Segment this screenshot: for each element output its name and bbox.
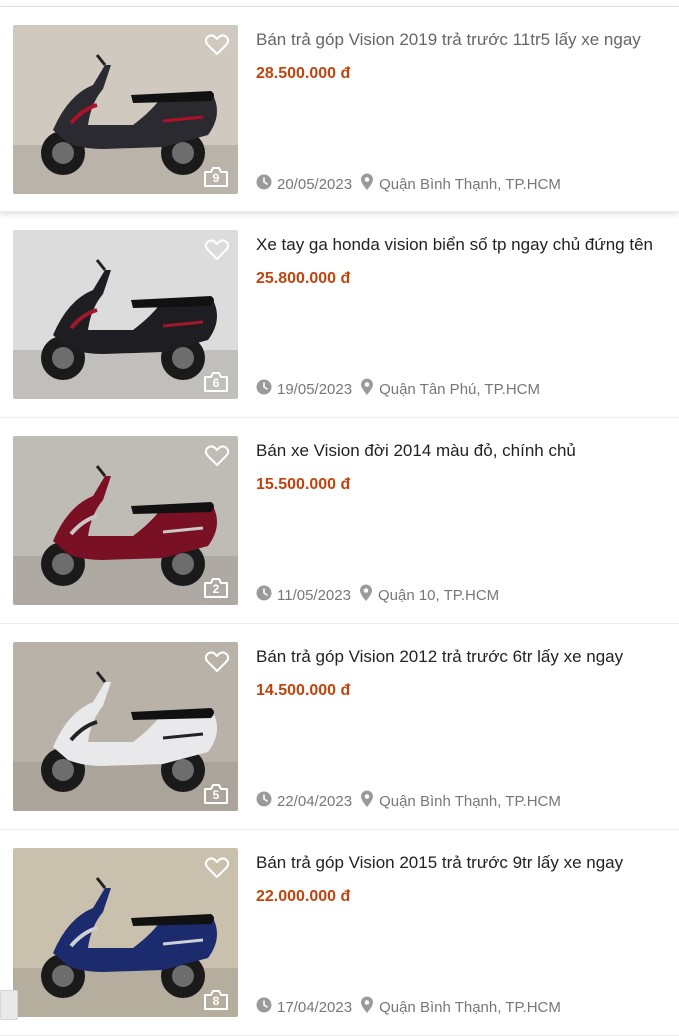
listing-meta: 11/05/2023 Quận 10, TP.HCM [256, 584, 500, 606]
listing-thumbnail[interactable]: 9 [13, 25, 238, 194]
listing-price: 14.500.000 đ [256, 682, 351, 699]
listing-price: 28.500.000 đ [256, 65, 351, 82]
listing-meta: 17/04/2023 Quận Bình Thạnh, TP.HCM [256, 996, 561, 1018]
photo-count-value: 8 [212, 994, 220, 1008]
location-pin-icon [360, 173, 374, 195]
listing-card[interactable]: 6 Xe tay ga honda vision biển số tp ngay… [0, 212, 679, 418]
listing-price: 25.800.000 đ [256, 270, 351, 287]
listing-date: 11/05/2023 [277, 586, 351, 604]
photo-count-value: 2 [212, 582, 220, 596]
listing-thumbnail[interactable]: 2 [13, 436, 238, 605]
heart-icon[interactable] [204, 856, 230, 880]
listing-title[interactable]: Xe tay ga honda vision biển số tp ngay c… [256, 234, 676, 256]
listing-date: 22/04/2023 [277, 792, 353, 810]
clock-icon [256, 174, 272, 194]
heart-icon[interactable] [204, 444, 230, 468]
listing-card[interactable]: 8 Bán trả góp Vision 2015 trả trước 9tr … [0, 830, 679, 1036]
listing-location: Quận 10, TP.HCM [377, 586, 500, 604]
clock-icon [256, 997, 272, 1017]
location-pin-icon [359, 584, 373, 606]
listing-location: Quận Tân Phú, TP.HCM [379, 380, 540, 398]
photo-count-value: 5 [212, 788, 220, 802]
listing-price: 15.500.000 đ [256, 476, 351, 493]
listing-price: 22.000.000 đ [256, 888, 351, 905]
listing-date: 19/05/2023 [277, 380, 353, 398]
photo-count-badge: 6 [203, 371, 229, 393]
listing-title[interactable]: Bán xe Vision đời 2014 màu đỏ, chính chủ [256, 440, 676, 462]
listing-card[interactable]: 2 Bán xe Vision đời 2014 màu đỏ, chính c… [0, 418, 679, 624]
heart-icon[interactable] [204, 238, 230, 262]
location-pin-icon [360, 378, 374, 400]
listing-thumbnail[interactable]: 8 [13, 848, 238, 1017]
photo-count-badge: 9 [203, 166, 229, 188]
listing-thumbnail[interactable]: 6 [13, 230, 238, 399]
clock-icon [256, 585, 272, 605]
listing-meta: 19/05/2023 Quận Tân Phú, TP.HCM [256, 378, 540, 400]
listing-title[interactable]: Bán trả góp Vision 2012 trả trước 6tr lấ… [256, 646, 676, 668]
clock-icon [256, 791, 272, 811]
photo-count-badge: 8 [203, 989, 229, 1011]
listing-title[interactable]: Bán trả góp Vision 2015 trả trước 9tr lấ… [256, 852, 676, 874]
listing-thumbnail[interactable]: 5 [13, 642, 238, 811]
heart-icon[interactable] [204, 33, 230, 57]
location-pin-icon [360, 996, 374, 1018]
listing-location: Quận Bình Thạnh, TP.HCM [379, 175, 561, 193]
photo-count-badge: 2 [203, 577, 229, 599]
location-pin-icon [360, 790, 374, 812]
listing-meta: 20/05/2023 Quận Bình Thạnh, TP.HCM [256, 173, 561, 195]
listing-location: Quận Bình Thạnh, TP.HCM [379, 998, 561, 1016]
listing-date: 17/04/2023 [277, 998, 353, 1016]
listing-card[interactable]: 9 Bán trả góp Vision 2019 trả trước 11tr… [0, 6, 679, 212]
heart-icon[interactable] [204, 650, 230, 674]
scroll-handle[interactable] [0, 990, 18, 1020]
photo-count-badge: 5 [203, 783, 229, 805]
listing-title[interactable]: Bán trả góp Vision 2019 trả trước 11tr5 … [256, 29, 676, 51]
photo-count-value: 6 [212, 376, 220, 390]
photo-count-value: 9 [212, 171, 220, 185]
listing-meta: 22/04/2023 Quận Bình Thạnh, TP.HCM [256, 790, 561, 812]
listing-location: Quận Bình Thạnh, TP.HCM [379, 792, 561, 810]
listing-card[interactable]: 5 Bán trả góp Vision 2012 trả trước 6tr … [0, 624, 679, 830]
listing-date: 20/05/2023 [277, 175, 353, 193]
clock-icon [256, 379, 272, 399]
